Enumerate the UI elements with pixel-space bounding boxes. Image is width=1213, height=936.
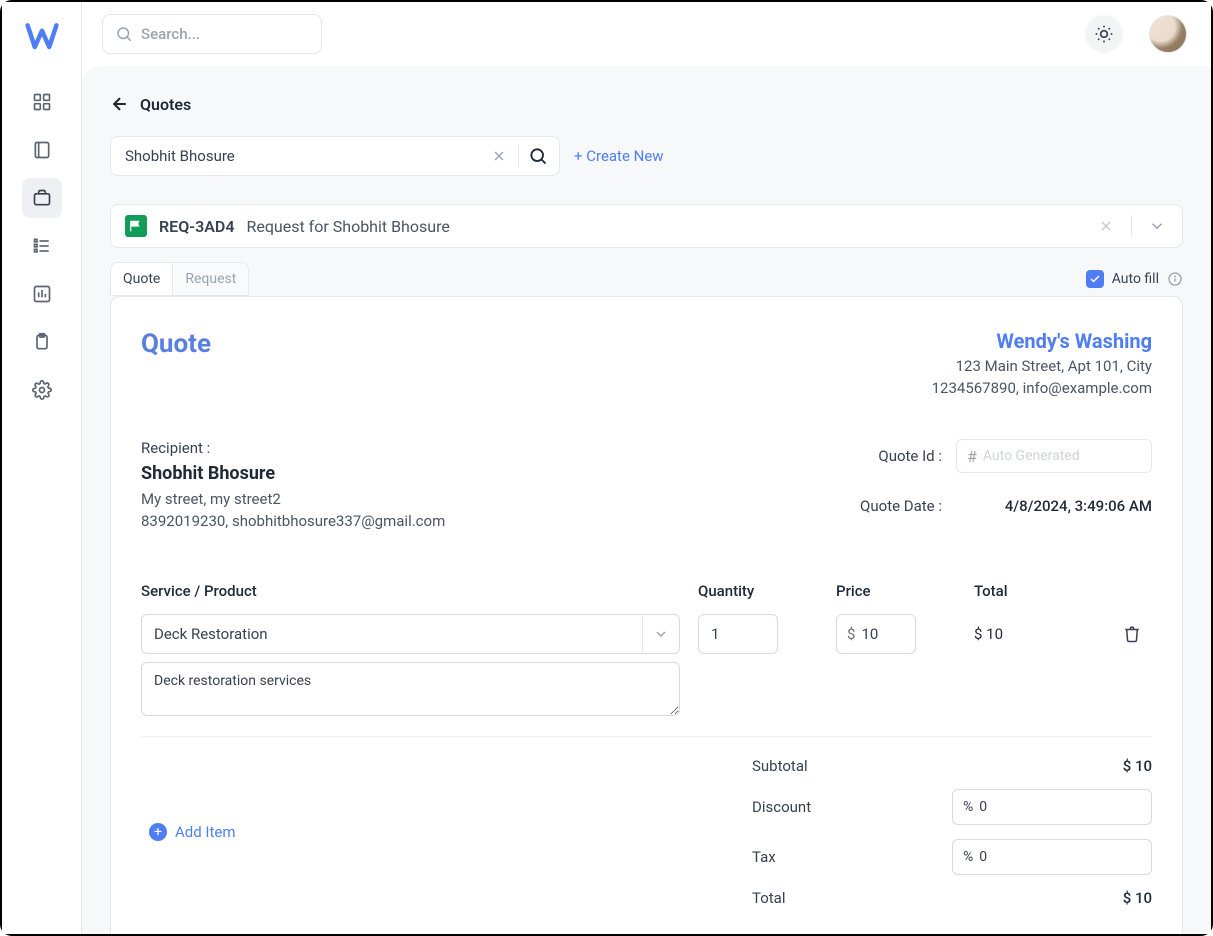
tax-label: Tax — [752, 848, 776, 866]
quote-title: Quote — [141, 329, 211, 397]
quote-date-value: 4/8/2024, 3:49:06 AM — [956, 497, 1152, 515]
hash-icon: # — [967, 447, 977, 466]
price-input[interactable] — [861, 625, 905, 643]
col-price: Price — [836, 582, 956, 600]
customer-search — [110, 136, 560, 176]
quantity-input[interactable] — [698, 614, 778, 654]
nav-tasks[interactable] — [22, 226, 62, 266]
arrow-left-icon — [110, 94, 130, 114]
request-banner: REQ-3AD4 Request for Shobhit Bhosure — [110, 204, 1183, 248]
col-service: Service / Product — [141, 582, 680, 600]
x-icon — [1098, 218, 1114, 234]
recipient-name: Shobhit Bhosure — [141, 463, 445, 484]
price-input-wrap[interactable]: $ — [836, 614, 916, 654]
company-contact: 1234567890, info@example.com — [932, 379, 1152, 397]
tab-request[interactable]: Request — [172, 263, 248, 295]
company-name: Wendy's Washing — [932, 329, 1152, 353]
discount-input[interactable] — [979, 799, 1141, 815]
line-total: $ 10 — [974, 614, 1094, 654]
service-select[interactable]: Deck Restoration — [141, 614, 680, 654]
quote-card: Quote Wendy's Washing 123 Main Street, A… — [110, 296, 1183, 934]
check-icon — [1089, 273, 1101, 285]
nav-clipboard[interactable] — [22, 322, 62, 362]
create-new-link[interactable]: + Create New — [574, 147, 664, 165]
global-search-input[interactable] — [141, 25, 309, 43]
quote-date-label: Quote Date : — [860, 497, 942, 515]
delete-line-button[interactable] — [1112, 614, 1152, 654]
quote-id-field[interactable]: # — [956, 439, 1152, 473]
percent-icon: % — [963, 849, 973, 865]
app-logo — [24, 20, 60, 56]
info-icon[interactable] — [1167, 271, 1183, 287]
sidebar — [2, 2, 82, 934]
chevron-down-icon — [642, 616, 678, 652]
subtotal-value: $ 10 — [1123, 757, 1152, 775]
user-avatar[interactable] — [1149, 15, 1187, 53]
x-icon — [491, 148, 507, 164]
tab-quote[interactable]: Quote — [111, 263, 172, 295]
expand-request-button[interactable] — [1144, 213, 1170, 239]
discount-label: Discount — [752, 798, 811, 816]
customer-search-input[interactable] — [125, 147, 480, 165]
company-address: 123 Main Street, Apt 101, City — [932, 357, 1152, 375]
service-select-value: Deck Restoration — [154, 625, 268, 643]
clear-request-button[interactable] — [1093, 213, 1119, 239]
breadcrumb-label: Quotes — [140, 95, 191, 114]
search-icon — [528, 146, 548, 166]
topbar — [82, 2, 1211, 66]
nav-dashboard[interactable] — [22, 82, 62, 122]
sun-icon — [1094, 24, 1114, 44]
search-icon — [115, 25, 133, 43]
plus-icon: + — [149, 823, 167, 841]
col-total: Total — [974, 582, 1094, 600]
tax-input[interactable] — [979, 849, 1141, 865]
tabs: Quote Request — [110, 262, 249, 296]
autofill-checkbox[interactable] — [1086, 270, 1104, 288]
quote-id-label: Quote Id : — [878, 447, 942, 465]
recipient-label: Recipient : — [141, 439, 445, 457]
nav-reports[interactable] — [22, 274, 62, 314]
recipient-address: My street, my street2 — [141, 490, 445, 508]
total-label: Total — [752, 889, 786, 907]
subtotal-label: Subtotal — [752, 757, 808, 775]
service-description[interactable] — [141, 662, 680, 716]
chevron-down-icon — [1148, 217, 1166, 235]
recipient-contact: 8392019230, shobhitbhosure337@gmail.com — [141, 512, 445, 530]
global-search[interactable] — [102, 14, 322, 54]
breadcrumb-back[interactable]: Quotes — [110, 94, 1183, 114]
flag-icon — [125, 215, 147, 237]
quote-id-input[interactable] — [983, 448, 1141, 464]
request-desc: Request for Shobhit Bhosure — [246, 217, 449, 236]
percent-icon: % — [963, 799, 973, 815]
nav-jobs[interactable] — [22, 178, 62, 218]
nav-settings[interactable] — [22, 370, 62, 410]
add-item-button[interactable]: + Add Item — [149, 757, 236, 907]
clear-search-button[interactable] — [486, 143, 512, 169]
search-button[interactable] — [525, 143, 551, 169]
discount-input-wrap[interactable]: % — [952, 789, 1152, 825]
line-item: Deck Restoration $ — [141, 614, 1152, 720]
currency-symbol: $ — [847, 625, 855, 643]
request-id: REQ-3AD4 — [159, 217, 234, 236]
add-item-label: Add Item — [175, 823, 236, 841]
col-quantity: Quantity — [698, 582, 818, 600]
tax-input-wrap[interactable]: % — [952, 839, 1152, 875]
theme-toggle[interactable] — [1085, 15, 1123, 53]
trash-icon — [1123, 625, 1141, 643]
autofill-label: Auto fill — [1112, 271, 1159, 287]
nav-contacts[interactable] — [22, 130, 62, 170]
total-value: $ 10 — [1123, 889, 1152, 907]
